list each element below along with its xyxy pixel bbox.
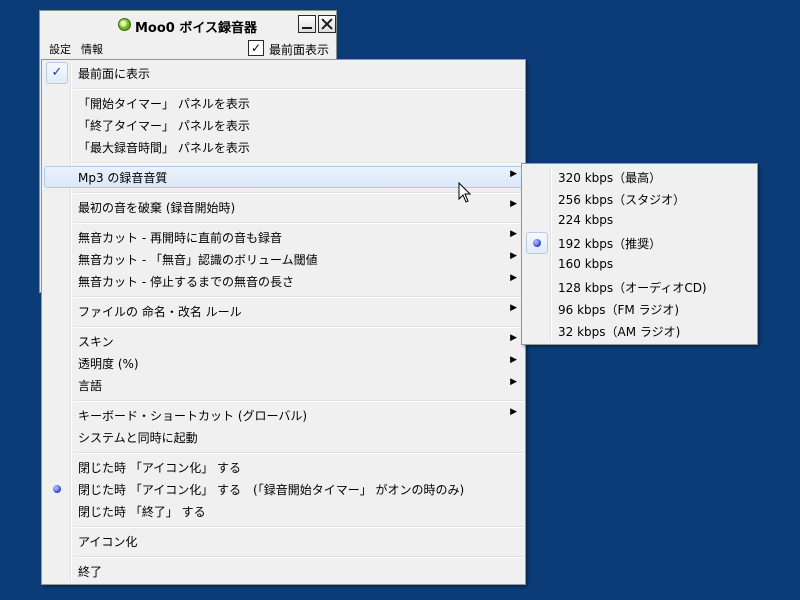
menu-item-label: 「終了タイマー」 パネルを表示 <box>78 119 250 133</box>
checkmark-icon: ✓ <box>46 62 68 84</box>
menu-item-skin[interactable]: スキン ▶ <box>44 330 523 352</box>
check-icon: ✓ <box>250 41 262 55</box>
menu-item-language[interactable]: 言語 ▶ <box>44 374 523 396</box>
quality-option-224[interactable]: 224 kbps <box>524 210 755 232</box>
menu-info[interactable]: 情報 <box>81 41 103 57</box>
menu-item-discard-first-sound[interactable]: 最初の音を破棄 (録音開始時) ▶ <box>44 196 523 218</box>
submenu-arrow-icon: ▶ <box>510 333 517 343</box>
submenu-arrow-icon: ▶ <box>510 303 517 313</box>
topmost-checkbox[interactable]: ✓ <box>248 40 264 56</box>
menu-item-mp3-quality[interactable]: Mp3 の録音音質 ▶ <box>44 166 523 188</box>
menu-item-label: 128 kbps（オーディオCD) <box>558 281 707 295</box>
menu-item-label: 透明度 (%) <box>78 357 139 371</box>
minimize-button[interactable] <box>298 15 316 33</box>
menu-separator <box>74 296 523 298</box>
menu-item-label: 「最大録音時間」 パネルを表示 <box>78 141 250 155</box>
menu-separator <box>74 162 523 164</box>
submenu-arrow-icon: ▶ <box>510 273 517 283</box>
submenu-arrow-icon: ▶ <box>510 199 517 209</box>
quality-option-32[interactable]: 32 kbps（AM ラジオ) <box>524 320 755 342</box>
menu-separator <box>74 222 523 224</box>
menu-settings[interactable]: 設定 <box>49 41 71 57</box>
menu-item-label: 閉じた時 「終了」 する <box>78 505 206 519</box>
radio-dot-icon <box>533 239 541 247</box>
quality-option-256[interactable]: 256 kbps（スタジオ） <box>524 188 755 210</box>
quality-option-160[interactable]: 160 kbps <box>524 254 755 276</box>
menu-item-transparency[interactable]: 透明度 (%) ▶ <box>44 352 523 374</box>
submenu-arrow-icon: ▶ <box>510 169 517 179</box>
menu-item-label: 無音カット - 再開時に直前の音も録音 <box>78 231 282 245</box>
menu-item-iconify[interactable]: アイコン化 <box>44 530 523 552</box>
quality-option-96[interactable]: 96 kbps（FM ラジオ) <box>524 298 755 320</box>
menu-item-start-timer-panel[interactable]: 「開始タイマー」 パネルを表示 <box>44 92 523 114</box>
quality-option-192[interactable]: 192 kbps（推奨） <box>524 232 755 254</box>
menu-separator <box>74 556 523 558</box>
menu-item-label: 192 kbps（推奨） <box>558 237 662 251</box>
menu-item-label: 最初の音を破棄 (録音開始時) <box>78 201 236 215</box>
menu-item-silence-cut-threshold[interactable]: 無音カット - 「無音」認識のボリューム閾値 ▶ <box>44 248 523 270</box>
menu-item-label: 閉じた時 「アイコン化」 する (「録音開始タイマー」 がオンの時のみ) <box>78 483 465 497</box>
menu-item-label: 無音カット - 「無音」認識のボリューム閾値 <box>78 253 318 267</box>
menu-item-label: 320 kbps（最高） <box>558 171 662 185</box>
menu-item-label: 言語 <box>78 379 103 393</box>
menu-item-end-timer-panel[interactable]: 「終了タイマー」 パネルを表示 <box>44 114 523 136</box>
mp3-quality-submenu: 320 kbps（最高） 256 kbps（スタジオ） 224 kbps 192… <box>521 163 758 345</box>
menu-separator <box>74 326 523 328</box>
menu-item-label: キーボード・ショートカット (グローバル) <box>78 409 308 423</box>
menu-item-always-on-top[interactable]: ✓ 最前面に表示 <box>44 62 523 84</box>
mouse-cursor-icon <box>458 182 472 203</box>
menu-item-label: アイコン化 <box>78 535 138 549</box>
menu-separator <box>74 400 523 402</box>
radio-selected-icon <box>53 485 61 493</box>
menu-item-label: 「開始タイマー」 パネルを表示 <box>78 97 250 111</box>
menu-item-label: 224 kbps <box>558 213 614 227</box>
radio-selected-icon <box>526 232 548 254</box>
menu-item-label: システムと同時に起動 <box>78 431 198 445</box>
topmost-label[interactable]: 最前面表示 <box>269 41 329 58</box>
menu-item-label: 256 kbps（スタジオ） <box>558 193 686 207</box>
menu-item-label: 最前面に表示 <box>78 67 151 81</box>
quality-option-128[interactable]: 128 kbps（オーディオCD) <box>524 276 755 298</box>
app-title: Moo0 ボイス録音器 <box>135 21 257 36</box>
menu-item-label: 96 kbps（FM ラジオ) <box>558 303 680 317</box>
menu-item-label: 閉じた時 「アイコン化」 する <box>78 461 242 475</box>
menu-item-close-to-icon[interactable]: 閉じた時 「アイコン化」 する <box>44 456 523 478</box>
menu-item-max-record-time-panel[interactable]: 「最大録音時間」 パネルを表示 <box>44 136 523 158</box>
close-button[interactable] <box>318 15 336 33</box>
context-menu: ✓ 最前面に表示 「開始タイマー」 パネルを表示 「終了タイマー」 パネルを表示… <box>41 59 526 585</box>
menu-item-label: 終了 <box>78 565 103 579</box>
menu-item-start-with-system[interactable]: システムと同時に起動 <box>44 426 523 448</box>
menu-item-label: 無音カット - 停止するまでの無音の長さ <box>78 275 294 289</box>
app-icon <box>118 18 131 31</box>
menu-separator <box>74 88 523 90</box>
menu-separator <box>74 452 523 454</box>
menu-item-exit[interactable]: 終了 <box>44 560 523 582</box>
title-bar[interactable]: Moo0 ボイス録音器 <box>40 11 336 39</box>
menu-item-keyboard-shortcuts[interactable]: キーボード・ショートカット (グローバル) ▶ <box>44 404 523 426</box>
submenu-arrow-icon: ▶ <box>510 377 517 387</box>
submenu-arrow-icon: ▶ <box>510 251 517 261</box>
menu-item-file-naming-rule[interactable]: ファイルの 命名・改名 ルール ▶ <box>44 300 523 322</box>
submenu-arrow-icon: ▶ <box>510 229 517 239</box>
menu-item-label: ファイルの 命名・改名 ルール <box>78 305 242 319</box>
menu-separator <box>74 526 523 528</box>
menu-item-silence-cut-resume[interactable]: 無音カット - 再開時に直前の音も録音 ▶ <box>44 226 523 248</box>
quality-option-320[interactable]: 320 kbps（最高） <box>524 166 755 188</box>
submenu-arrow-icon: ▶ <box>510 407 517 417</box>
menu-item-label: スキン <box>78 335 114 349</box>
menu-item-silence-cut-duration[interactable]: 無音カット - 停止するまでの無音の長さ ▶ <box>44 270 523 292</box>
menu-item-label: 160 kbps <box>558 257 614 271</box>
menu-item-close-to-exit[interactable]: 閉じた時 「終了」 する <box>44 500 523 522</box>
menu-item-close-to-icon-timer[interactable]: 閉じた時 「アイコン化」 する (「録音開始タイマー」 がオンの時のみ) <box>44 478 523 500</box>
menu-separator <box>74 192 523 194</box>
menu-item-label: Mp3 の録音音質 <box>78 171 168 185</box>
menu-item-label: 32 kbps（AM ラジオ) <box>558 325 681 339</box>
submenu-arrow-icon: ▶ <box>510 355 517 365</box>
